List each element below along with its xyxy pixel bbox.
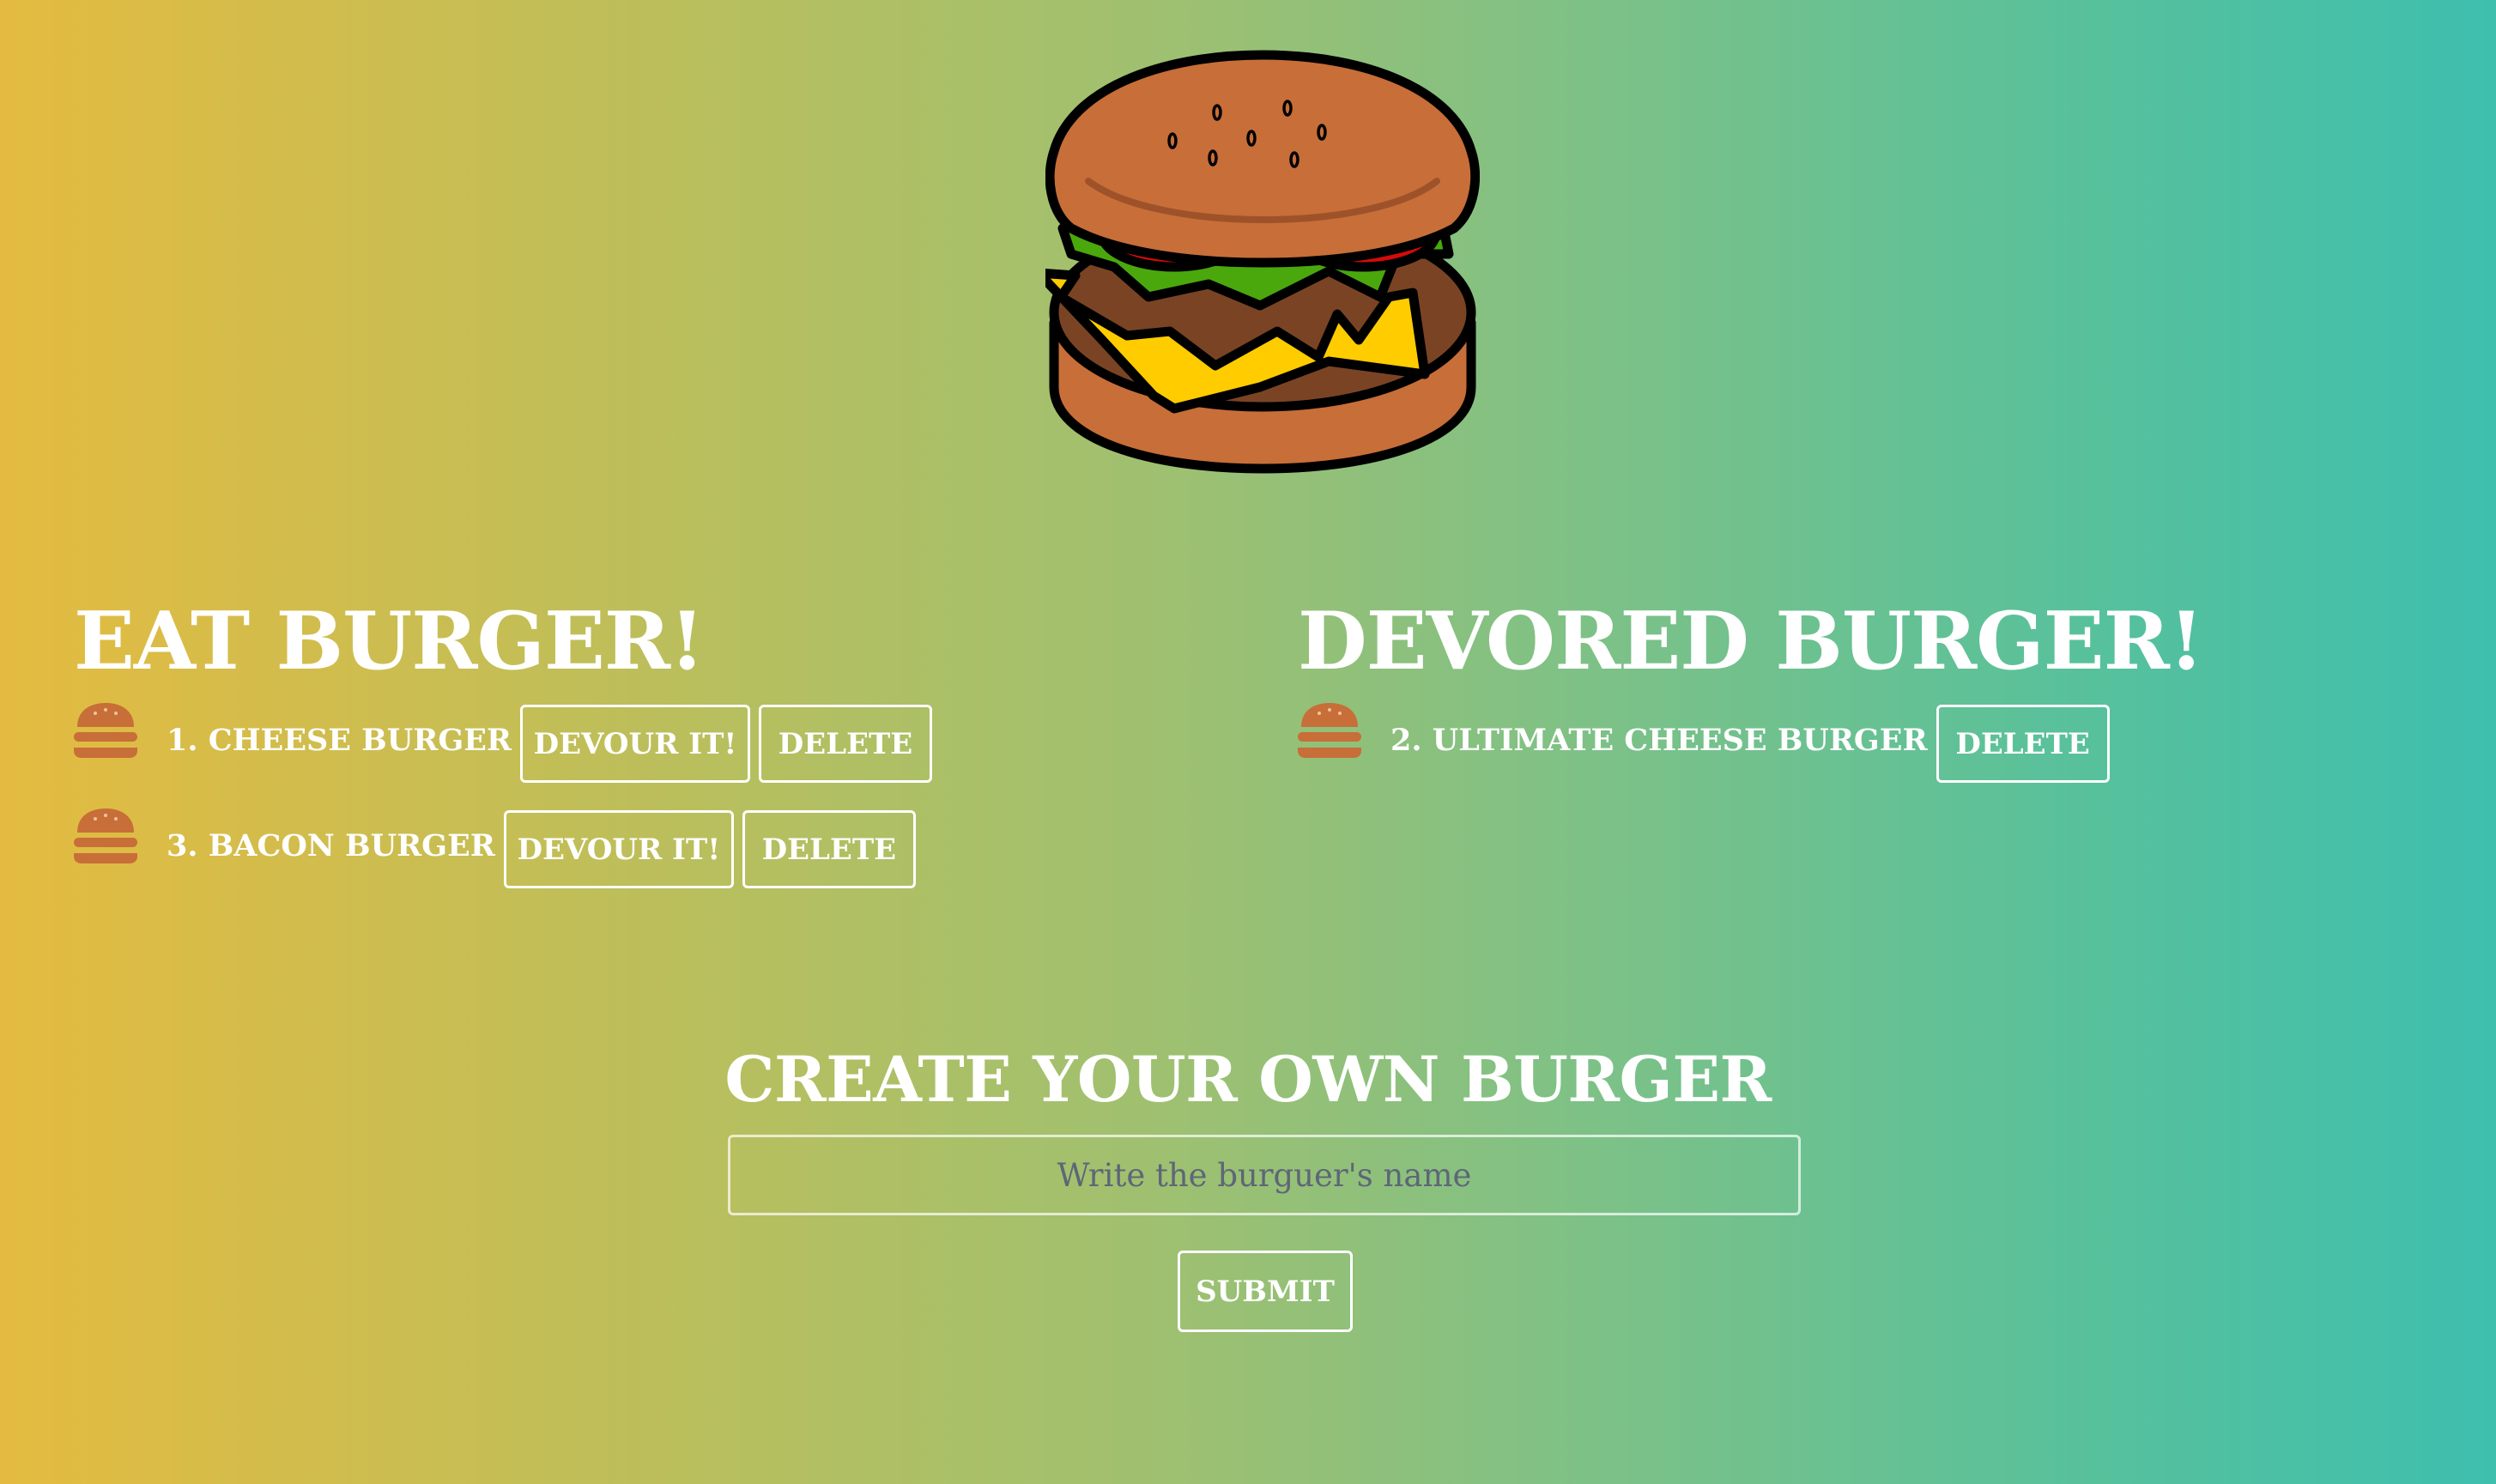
burger-name: 1. CHEESE BURGER [167,723,512,758]
create-burger-form: CREATE YOUR OWN BURGER SUBMIT [0,1037,2496,1332]
delete-button[interactable]: DELETE [759,705,932,783]
submit-button[interactable]: SUBMIT [1178,1251,1353,1332]
burger-list-item: 1. CHEESE BURGER DEVOUR IT! DELETE [74,701,941,784]
delete-button[interactable]: DELETE [1936,705,2110,783]
burger-logo-icon [1045,48,1480,486]
devoured-burger-title: DEVORED BURGER! [1298,594,2204,687]
create-burger-title: CREATE YOUR OWN BURGER [724,1043,1772,1117]
devoured-burger-section: DEVORED BURGER! 2. ULTIMATE CHEESE BURGE… [1298,594,2204,784]
burger-icon [1298,701,1361,760]
burger-icon [74,807,137,865]
burger-list-item: 3. BACON BURGER DEVOUR IT! DELETE [74,807,941,890]
devour-button[interactable]: DEVOUR IT! [503,810,734,888]
burger-name: 3. BACON BURGER [167,828,495,863]
burger-icon [74,701,137,760]
delete-button[interactable]: DELETE [742,810,916,888]
burger-list-item: 2. ULTIMATE CHEESE BURGER DELETE [1298,701,2203,784]
eat-burger-title: EAT BURGER! [74,594,705,687]
burger-name-input[interactable] [728,1135,1801,1215]
burger-name: 2. ULTIMATE CHEESE BURGER [1390,723,1928,758]
devour-button[interactable]: DEVOUR IT! [520,705,750,783]
eat-burger-section: EAT BURGER! 1. CHEESE BURGER DEVOUR IT! … [74,594,941,890]
